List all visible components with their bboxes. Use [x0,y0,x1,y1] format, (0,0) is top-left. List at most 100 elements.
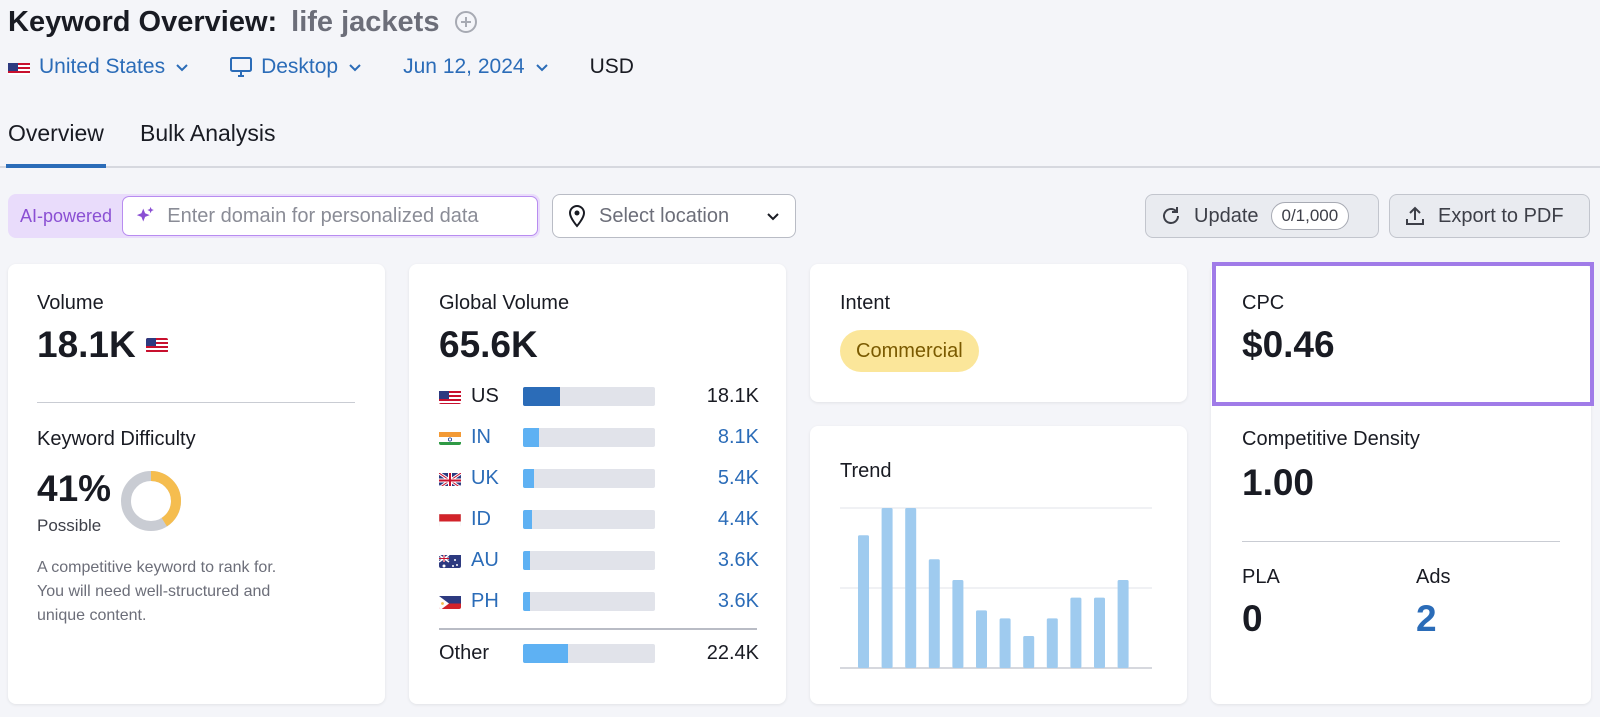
country-label: United States [39,55,166,78]
trend-chart [840,507,1152,669]
trend-bar[interactable] [1117,580,1129,668]
country-bar-fill [523,643,568,663]
global-volume-label: Global Volume [439,292,570,314]
difficulty-level: Possible [37,516,102,535]
country-bar-fill [523,468,534,488]
filter-bar: United States Desktop Jun 12, 2024 USD [8,50,634,84]
keyword-difficulty-label: Keyword Difficulty [37,428,196,450]
export-pdf-button[interactable]: Export to PDF [1389,194,1590,238]
competitive-density-label: Competitive Density [1242,428,1420,450]
country-code: US [471,384,499,407]
country-bar [523,509,655,529]
trend-bar[interactable] [1046,618,1058,668]
intent-badge: Commercial [840,330,979,372]
philippines-flag-icon [439,594,461,609]
currency-label: USD [589,55,634,78]
country-bar-fill [523,386,560,406]
country-row-us[interactable]: US 18.1K [439,383,759,409]
country-code: IN [471,425,491,448]
page-header: Keyword Overview: life jackets [8,2,479,42]
desktop-icon [230,57,253,77]
country-bar-fill [523,509,533,529]
trend-bar[interactable] [999,618,1011,668]
location-placeholder: Select location [599,204,730,227]
date-selector[interactable]: Jun 12, 2024 [403,55,549,79]
trend-bar[interactable] [952,580,964,668]
country-code: PH [471,589,499,612]
country-code: UK [471,466,499,489]
country-row-uk[interactable]: UK 5.4K [439,465,759,491]
country-row-id[interactable]: ID 4.4K [439,506,759,532]
country-bar [523,427,655,447]
country-row-in[interactable]: IN 8.1K [439,424,759,450]
volume-value-row: 18.1K [37,324,168,366]
volume-value: 18.1K [37,324,136,365]
australia-flag-icon [439,553,461,568]
india-flag-icon [439,430,461,445]
chevron-down-icon [767,213,779,221]
update-button[interactable]: Update 0/1,000 [1145,194,1379,238]
domain-input[interactable] [167,204,525,228]
trend-label: Trend [840,460,892,482]
us-flag-icon [145,337,168,353]
country-row-au[interactable]: AU 3.6K [439,547,759,573]
date-label: Jun 12, 2024 [403,55,525,78]
device-selector[interactable]: Desktop [230,55,363,79]
country-value: 18.1K [706,384,759,407]
global-volume-value: 65.6K [439,324,538,365]
refresh-icon [1163,207,1179,224]
country-bar [523,386,655,406]
country-code: ID [471,507,491,530]
country-value: 4.4K [717,507,759,530]
other-value: 22.4K [706,641,759,664]
cpc-highlight-frame [1212,262,1594,406]
trend-bar[interactable] [976,610,987,668]
trend-bar[interactable] [1070,597,1082,668]
other-label: Other [439,641,490,664]
country-bar [523,550,655,570]
intent-card: Intent Commercial [810,264,1187,402]
location-select[interactable]: Select location [552,194,796,238]
ai-domain-box: AI-powered [8,194,540,238]
country-value: 3.6K [717,548,759,571]
global-volume-card: Global Volume 65.6K US 18.1K IN 8.1K UK … [409,264,786,704]
trend-bar[interactable] [1023,636,1035,668]
country-selector[interactable]: United States [8,55,190,79]
tab-overview[interactable]: Overview [6,120,106,168]
tab-bar: Overview Bulk Analysis [0,106,1600,168]
volume-label: Volume [37,292,104,314]
chevron-down-icon [349,64,361,72]
trend-bar[interactable] [928,559,940,668]
page-title: Keyword Overview: [8,5,278,38]
trend-bar[interactable] [1094,597,1105,668]
trend-bar[interactable] [881,508,893,668]
country-row-ph[interactable]: PH 3.6K [439,588,759,614]
chevron-down-icon [176,64,188,72]
indonesia-flag-icon [439,512,461,527]
upload-icon [1406,206,1424,225]
keyword-difficulty-value: 41% [37,468,112,509]
country-bar [523,468,655,488]
pla-value: 0 [1242,598,1263,639]
trend-card: Trend [810,426,1187,704]
device-label: Desktop [261,55,339,78]
country-code: AU [471,548,499,571]
difficulty-desc-line: You will need well-structured and [37,583,271,600]
country-bar [523,643,655,663]
competitive-density-value: 1.00 [1242,462,1315,503]
chevron-down-icon [535,64,548,72]
country-bar-fill [523,550,530,570]
plus-circle-icon[interactable] [453,9,479,35]
update-quota-badge: 0/1,000 [1270,202,1350,230]
tab-bulk-analysis[interactable]: Bulk Analysis [140,120,276,147]
update-label: Update [1194,204,1259,227]
trend-bar[interactable] [905,508,917,668]
trend-bar[interactable] [858,535,869,668]
difficulty-gauge [121,471,181,531]
country-value: 5.4K [717,466,759,489]
ads-label: Ads [1416,566,1451,588]
divider [1242,541,1560,542]
ads-value[interactable]: 2 [1416,598,1437,640]
intent-label: Intent [840,292,891,314]
location-pin-icon [568,204,586,228]
